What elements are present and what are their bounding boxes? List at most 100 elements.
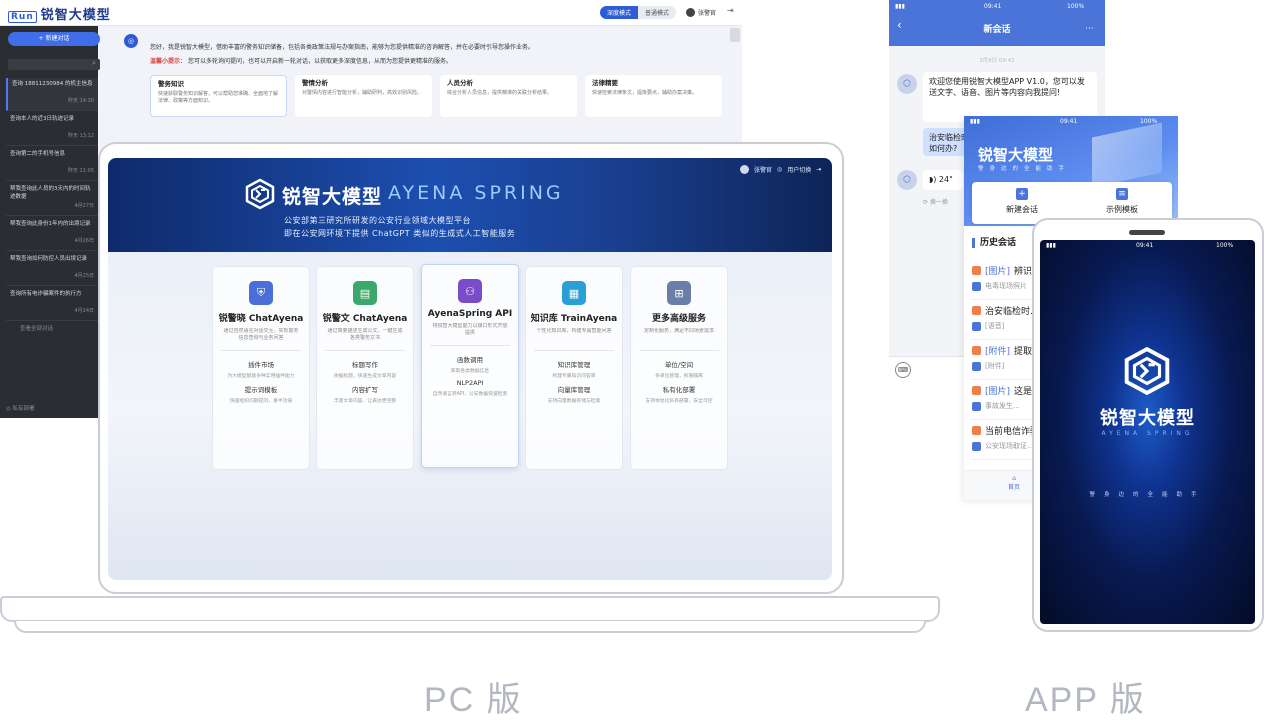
skill-card[interactable]: 警情分析 对警情内容进行智能分析，辅助研判，高效识别风险。 [295, 75, 432, 117]
feature-name[interactable]: 知识库管理 [526, 359, 622, 369]
feature-desc: 自然语言转API，公安数据快速检索 [432, 392, 508, 397]
feature-name[interactable]: 函数调用 [422, 354, 518, 364]
voice-icon: ◗) [929, 175, 937, 184]
welcome-message: 您好，我是锐智大模型，借助丰富的警务知识储备，包括各类政策法规与办案指南，能够为… [150, 41, 730, 69]
feature-desc: 构建专属知识问答库 [552, 374, 596, 379]
status-time: 09:41 [1060, 118, 1078, 125]
portal-subtitle-1: 公安部第三研究所研发的公安行业领域大模型平台 [284, 216, 471, 225]
product-desc: 定制化服务，满足不同场景需求 [643, 328, 714, 334]
tip-text: 您可以多轮询问提问，也可以开启新一轮对话，以获取更多深度信息，从而为您提供更精准… [187, 58, 452, 65]
product-name: 更多高级服务 [651, 314, 706, 324]
laptop-screen: 锐智大模型 AYENA SPRING 公安部第三研究所研发的公安行业领域大模型平… [108, 158, 832, 580]
portal-title-en: AYENA SPRING [388, 182, 564, 204]
product-card-chat[interactable]: ⛨ 锐警晓 ChatAyena 通过自然语言对话交互，实现警务信息查询与业务问答… [212, 266, 310, 470]
session-item[interactable]: 查询本人的近3日轨迹记录 昨天 13:12 [6, 113, 98, 146]
portal-subtitle-2: 即在公安网环境下提供 ChatGPT 类似的生成式人工智能服务 [284, 229, 516, 238]
ayena-logo-icon [245, 178, 275, 210]
tip-label: 温馨小提示： [150, 58, 187, 65]
user-menu[interactable]: 张警官 [686, 8, 716, 17]
sidebar-footer: ◎ 私有部署 [6, 406, 35, 412]
feature-desc: 丰富文章内容，让表达更完整 [333, 399, 397, 404]
home-icon: ⌂ [1012, 475, 1016, 482]
feature-name[interactable]: NLP2API [422, 379, 518, 387]
bot-avatar-icon: ◎ [124, 34, 138, 48]
user-name: 张警官 [698, 10, 717, 17]
product-name: AyenaSpring API [427, 309, 513, 319]
feature-name[interactable]: 插件市场 [213, 359, 309, 369]
product-name: 锐警晓 ChatAyena [218, 314, 304, 324]
tab-deep-mode[interactable]: 深度模式 [600, 6, 639, 19]
tab-normal-mode[interactable]: 普通模式 [638, 6, 677, 19]
product-name: 知识库 TrainAyena [530, 314, 618, 324]
skill-card[interactable]: 法律精要 快速检索法律条文，提炼要点，辅助办案决策。 [585, 75, 722, 117]
switch-user-label[interactable]: 用户切换 [787, 165, 811, 174]
session-item[interactable]: 帮我查询如何防控人员出境记录 4月25日 [6, 253, 98, 286]
bot-avatar-icon: ⬡ [897, 74, 917, 94]
session-item[interactable]: 查询 18811230984 的机主信息 昨天 14:30 [6, 78, 98, 111]
shield-icon: ⛨ [249, 281, 273, 305]
history-title: 历史会话 [972, 238, 1016, 248]
splash-title: 锐智大模型 [1100, 408, 1195, 429]
session-sidebar: + 新建对话 ⌕ 查询 18811230984 的机主信息 昨天 14:30 查询… [0, 26, 100, 418]
more-sessions-link[interactable]: 查看全部对话 [20, 324, 53, 332]
session-item[interactable]: 帮我查询此人员的3天内的时间轨迹数据 4月27日 [6, 183, 98, 216]
caption-pc: PC 版 [424, 681, 523, 719]
product-card-api[interactable]: ⚇ AyenaSpring API 将锐智大模型能力以接口形式开放提供 函数调用… [421, 264, 519, 468]
session-item[interactable]: 查询第二的手机号信息 昨天 11:05 [6, 148, 98, 181]
product-desc: 个性化知识库，构建专属智能问答 [536, 328, 612, 334]
signal-icon: ▮▮▮ [895, 3, 905, 10]
avatar [740, 165, 749, 174]
logout-icon[interactable]: ⇥ [727, 6, 734, 15]
status-time: 09:41 [1136, 242, 1154, 249]
feature-desc: 支持本地化私有部署，安全可控 [645, 399, 713, 404]
keyboard-icon[interactable]: ⌨ [895, 362, 911, 378]
feature-desc: 多单位管理，权限隔离 [655, 374, 703, 379]
bot-avatar-icon: ⬡ [897, 170, 917, 190]
session-item[interactable]: 帮我查询此身份1年内的出境记录 4月26日 [6, 218, 98, 251]
product-card-more[interactable]: ⊞ 更多高级服务 定制化服务，满足不同场景需求 单位/空间 多单位管理，权限隔离… [630, 266, 728, 470]
feature-name[interactable]: 单位/空间 [631, 359, 727, 369]
mode-tabs: 深度模式 普通模式 [600, 6, 677, 19]
portal-user-menu[interactable]: 张警官 ◎ 用户切换 ⇥ [740, 165, 821, 174]
back-icon[interactable]: ‹ [897, 18, 902, 32]
skill-card[interactable]: 人员分析 综合分析人员信息，提供精准的关联分析结果。 [440, 75, 577, 117]
book-icon: ▤ [353, 281, 377, 305]
database-icon: ▦ [562, 281, 586, 305]
grid-icon: ⊞ [667, 281, 691, 305]
refresh-link[interactable]: ⟳ 换一换 [923, 197, 948, 206]
avatar [686, 8, 695, 17]
date-separator: 3月8日 09:41 [979, 58, 1015, 64]
skill-card-row: 警务知识 快速获取警务知识解答，可以帮助您准确、全面地了解法律、政策等方面知识。 … [150, 75, 722, 117]
side-panel-toggle[interactable] [730, 28, 740, 42]
product-desc: 将锐智大模型能力以接口形式开放提供 [432, 323, 508, 336]
feature-name[interactable]: 向量库管理 [526, 384, 622, 394]
chat-app-topbar: Run 锐智大模型 深度模式 普通模式 张警官 ⇥ [0, 0, 742, 26]
phone-splash-screen: ▮▮▮ 09:41 100% 锐智大模型 AYENA SPRING 警身边的全能… [1040, 240, 1255, 624]
product-card-knowledge[interactable]: ▦ 知识库 TrainAyena 个性化知识库，构建专属智能问答 知识库管理 构… [525, 266, 623, 470]
new-chat-button[interactable]: + 新建对话 [8, 32, 100, 46]
feature-name[interactable]: 标题写作 [317, 359, 413, 369]
splash-title-en: AYENA SPRING [1101, 430, 1194, 437]
feature-name[interactable]: 内容扩写 [317, 384, 413, 394]
tab-home[interactable]: ⌂ 首页 [1008, 475, 1020, 491]
product-desc: 通过自然语言对话交互，实现警务信息查询与业务问答 [223, 328, 299, 341]
feature-name[interactable]: 提示词模板 [213, 384, 309, 394]
logout-icon[interactable]: ⇥ [816, 166, 821, 173]
feature-name[interactable]: 私有化部署 [631, 384, 727, 394]
voice-message[interactable]: ◗) 24" [923, 170, 963, 190]
product-card-writing[interactable]: ▤ 锐警文 ChatAyena 通过简要描述生成公文，一键生成各类警务文书 标题… [316, 266, 414, 470]
splash-slogan: 警身边的全能助手 [1089, 492, 1206, 498]
more-icon[interactable]: ··· [1085, 24, 1094, 34]
portal-title: 锐智大模型 [282, 186, 383, 208]
switch-user-icon: ◎ [777, 166, 783, 173]
home-title: 锐智大模型 [978, 146, 1054, 164]
session-item[interactable]: 查询所有电诈骗案件的执行方 4月24日 [6, 288, 98, 321]
battery-level: 100% [1067, 3, 1085, 10]
feature-desc: 依据标题，快速生成文章内容 [333, 374, 397, 379]
product-desc: 通过简要描述生成公文，一键生成各类警务文书 [327, 328, 403, 341]
logo-badge: Run [8, 11, 37, 23]
session-search-input[interactable]: ⌕ [8, 59, 100, 70]
portal-banner: 锐智大模型 AYENA SPRING 公安部第三研究所研发的公安行业领域大模型平… [108, 158, 832, 252]
laptop-base-lip [14, 621, 926, 633]
skill-card[interactable]: 警务知识 快速获取警务知识解答，可以帮助您准确、全面地了解法律、政策等方面知识。 [150, 75, 287, 117]
